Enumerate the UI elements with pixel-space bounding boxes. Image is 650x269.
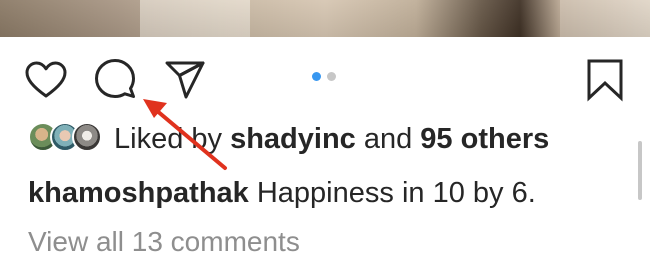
liked-by-user-link[interactable]: shadyinc <box>230 123 356 155</box>
likes-summary[interactable]: Liked by shadyinc and 95 others <box>28 120 628 160</box>
paper-plane-icon <box>165 61 205 99</box>
liked-by-text[interactable]: Liked by shadyinc and 95 others <box>114 122 549 156</box>
save-button[interactable] <box>586 58 624 102</box>
caption-username-link[interactable]: khamoshpathak <box>28 177 249 209</box>
carousel-dot-active <box>312 72 321 81</box>
post-photo-partial[interactable] <box>0 0 650 37</box>
carousel-indicator <box>310 72 340 82</box>
comment-button[interactable] <box>94 58 136 100</box>
liked-by-prefix: Liked by <box>114 123 231 155</box>
liked-by-joiner: and <box>355 123 421 155</box>
share-button[interactable] <box>164 60 206 100</box>
caption-text: Happiness in 10 by 6. <box>248 177 536 209</box>
bookmark-icon <box>587 59 623 102</box>
comment-bubble-icon <box>95 59 135 98</box>
carousel-dot <box>327 72 336 81</box>
avatar <box>72 122 102 152</box>
post-caption: khamoshpathak Happiness in 10 by 6. <box>28 176 536 210</box>
liked-by-others-link[interactable]: 95 others <box>420 123 549 155</box>
heart-icon <box>25 61 67 98</box>
liker-avatars <box>28 122 108 154</box>
scrollbar[interactable] <box>638 141 642 200</box>
like-button[interactable] <box>24 60 68 100</box>
view-all-comments-link[interactable]: View all 13 comments <box>28 225 300 259</box>
